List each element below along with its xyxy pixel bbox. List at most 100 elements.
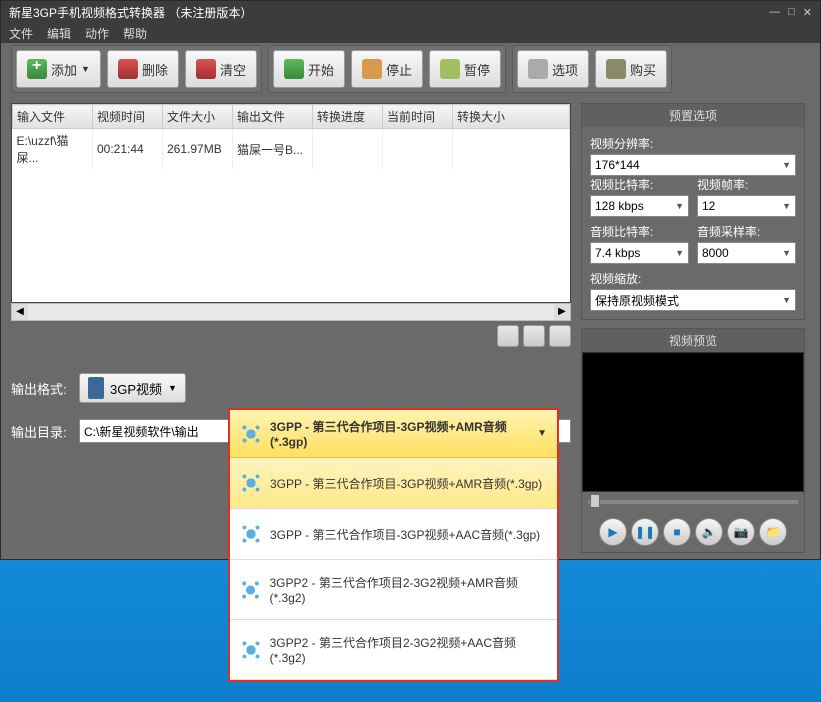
scroll-right-icon[interactable]: ▶ xyxy=(554,304,570,320)
delete-label: 删除 xyxy=(142,60,168,79)
stop-icon xyxy=(362,59,382,79)
playback-controls: ▶ ❚❚ ■ 🔈 📷 📁 xyxy=(582,512,804,552)
cell-output: 猫屎一号B... xyxy=(233,129,313,170)
cell-fsize: 261.97MB xyxy=(163,129,233,170)
scale-value: 保持原视频模式 xyxy=(595,292,679,309)
col-output[interactable]: 输出文件 xyxy=(233,105,313,129)
col-progress[interactable]: 转换进度 xyxy=(313,105,383,129)
preview-panel: 视频预览 ▶ ❚❚ ■ 🔈 📷 📁 xyxy=(581,328,805,553)
col-fsize[interactable]: 文件大小 xyxy=(163,105,233,129)
format-icon xyxy=(240,579,261,601)
misc-group: 选项 购买 xyxy=(512,45,672,93)
resolution-select[interactable]: 176*144 ▼ xyxy=(590,154,796,176)
add-label: 添加 xyxy=(51,60,77,79)
col-input[interactable]: 输入文件 xyxy=(13,105,93,129)
col-ctime[interactable]: 当前时间 xyxy=(383,105,453,129)
move-up-button[interactable] xyxy=(523,325,545,347)
start-icon xyxy=(284,59,304,79)
scroll-left-icon[interactable]: ◀ xyxy=(12,304,28,320)
clear-label: 清空 xyxy=(220,60,246,79)
cell-ctime xyxy=(383,129,453,170)
chevron-down-icon: ▼ xyxy=(782,160,791,170)
fps-value: 12 xyxy=(702,199,715,213)
slider-thumb[interactable] xyxy=(590,494,600,508)
folder-button[interactable]: 📁 xyxy=(759,518,787,546)
format-option-label: 3GPP - 第三代合作项目-3GP视频+AAC音频(*.3gp) xyxy=(270,526,540,543)
menu-help[interactable]: 帮助 xyxy=(123,25,147,41)
format-option[interactable]: 3GPP2 - 第三代合作项目2-3G2视频+AAC音频(*.3g2) xyxy=(230,620,557,680)
format-option-label: 3GPP - 第三代合作项目-3GP视频+AMR音频(*.3gp) xyxy=(270,475,542,492)
preview-panel-title: 视频预览 xyxy=(582,329,804,352)
phone-icon xyxy=(88,377,104,399)
window-controls: — □ ✕ xyxy=(769,6,812,19)
add-button[interactable]: 添加▼ xyxy=(16,50,101,88)
maximize-icon[interactable]: □ xyxy=(788,6,795,19)
preview-stop-button[interactable]: ■ xyxy=(663,518,691,546)
abitrate-label: 音频比特率: xyxy=(590,223,689,240)
abitrate-select[interactable]: 7.4 kbps ▼ xyxy=(590,242,689,264)
chevron-down-icon: ▼ xyxy=(782,201,791,211)
asample-label: 音频采样率: xyxy=(697,223,796,240)
format-option[interactable]: 3GPP - 第三代合作项目-3GP视频+AMR音频(*.3gp) xyxy=(230,458,557,509)
output-category-select[interactable]: 3GP视频 ▼ xyxy=(79,373,186,403)
horizontal-scrollbar[interactable]: ◀ ▶ xyxy=(11,303,571,321)
buy-label: 购买 xyxy=(630,60,656,79)
resolution-value: 176*144 xyxy=(595,158,640,172)
cell-progress xyxy=(313,129,383,170)
file-table-wrap: 输入文件 视频时间 文件大小 输出文件 转换进度 当前时间 转换大小 E:\uz… xyxy=(11,103,571,303)
fps-select[interactable]: 12 ▼ xyxy=(697,195,796,217)
format-option[interactable]: 3GPP - 第三代合作项目-3GP视频+AAC音频(*.3gp) xyxy=(230,509,557,560)
pause-icon xyxy=(440,59,460,79)
right-column: 预置选项 视频分辨率: 176*144▼ 视频比特率: 128 kbps▼ 视频… xyxy=(581,103,805,561)
options-button[interactable]: 选项 xyxy=(517,50,589,88)
cell-vtime: 00:21:44 xyxy=(93,129,163,170)
format-icon xyxy=(240,523,262,545)
delete-icon xyxy=(118,59,138,79)
chevron-down-icon: ▼ xyxy=(782,248,791,258)
play-button[interactable]: ▶ xyxy=(599,518,627,546)
format-option[interactable]: 3GPP2 - 第三代合作项目2-3G2视频+AMR音频(*.3g2) xyxy=(230,560,557,620)
output-dir-label: 输出目录: xyxy=(11,422,71,441)
snapshot-button[interactable]: 📷 xyxy=(727,518,755,546)
clear-icon xyxy=(196,59,216,79)
list-controls xyxy=(11,325,571,347)
cell-input: E:\uzzf\猫屎... xyxy=(13,129,93,170)
menu-edit[interactable]: 编辑 xyxy=(47,25,71,41)
delete-button[interactable]: 删除 xyxy=(107,50,179,88)
preset-panel-title: 预置选项 xyxy=(582,104,804,127)
col-csize[interactable]: 转换大小 xyxy=(453,105,570,129)
preset-panel: 预置选项 视频分辨率: 176*144▼ 视频比特率: 128 kbps▼ 视频… xyxy=(581,103,805,320)
format-icon xyxy=(240,472,262,494)
seek-slider[interactable] xyxy=(582,492,804,512)
minimize-icon[interactable]: — xyxy=(769,6,780,19)
list-info-button[interactable] xyxy=(549,325,571,347)
table-row[interactable]: E:\uzzf\猫屎... 00:21:44 261.97MB 猫屎一号B... xyxy=(13,129,570,170)
output-category-value: 3GP视频 xyxy=(110,379,162,398)
abitrate-value: 7.4 kbps xyxy=(595,246,640,260)
chevron-down-icon: ▼ xyxy=(675,248,684,258)
add-icon xyxy=(27,59,47,79)
vbitrate-select[interactable]: 128 kbps▼ xyxy=(590,195,689,217)
pause-button[interactable]: 暂停 xyxy=(429,50,501,88)
menu-file[interactable]: 文件 xyxy=(9,25,33,41)
format-dropdown-selected[interactable]: 3GPP - 第三代合作项目-3GP视频+AMR音频(*.3gp) ▼ xyxy=(230,410,557,458)
scale-select[interactable]: 保持原视频模式▼ xyxy=(590,289,796,311)
move-down-button[interactable] xyxy=(497,325,519,347)
chevron-down-icon: ▼ xyxy=(537,428,547,439)
asample-select[interactable]: 8000▼ xyxy=(697,242,796,264)
buy-button[interactable]: 购买 xyxy=(595,50,667,88)
col-vtime[interactable]: 视频时间 xyxy=(93,105,163,129)
output-format-label: 输出格式: xyxy=(11,379,71,398)
format-icon xyxy=(240,639,262,661)
menu-action[interactable]: 动作 xyxy=(85,25,109,41)
clear-button[interactable]: 清空 xyxy=(185,50,257,88)
start-button[interactable]: 开始 xyxy=(273,50,345,88)
stop-button[interactable]: 停止 xyxy=(351,50,423,88)
preset-body: 视频分辨率: 176*144▼ 视频比特率: 128 kbps▼ 视频帧率: 1… xyxy=(582,127,804,319)
vbitrate-label: 视频比特率: xyxy=(590,176,689,193)
close-icon[interactable]: ✕ xyxy=(803,6,812,19)
pause-label: 暂停 xyxy=(464,60,490,79)
preview-pause-button[interactable]: ❚❚ xyxy=(631,518,659,546)
mute-button[interactable]: 🔈 xyxy=(695,518,723,546)
chevron-down-icon: ▼ xyxy=(675,201,684,211)
